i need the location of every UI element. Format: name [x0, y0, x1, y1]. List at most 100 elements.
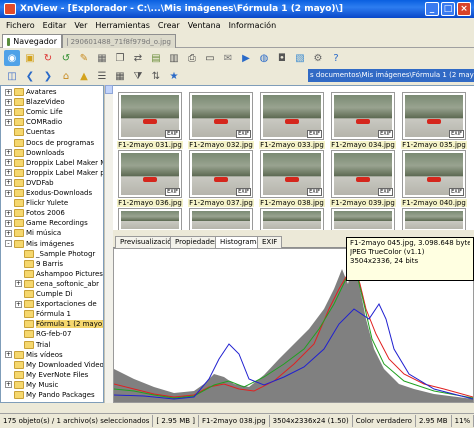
scroll-up-arrow[interactable]: [105, 85, 113, 94]
tree-scrollbar[interactable]: [104, 85, 113, 403]
tree-item[interactable]: Ashampoo Pictures: [15, 269, 103, 279]
rotate-icon[interactable]: ↺: [58, 50, 74, 66]
thumbnail-image[interactable]: EXIF: [331, 150, 395, 198]
back-icon[interactable]: ❮: [22, 68, 38, 84]
thumbnail-caption[interactable]: F1-2mayo 036.jpg: [117, 199, 183, 207]
thumbnail-caption[interactable]: F1-2mayo 037.jpg: [188, 199, 254, 207]
expand-toggle-icon[interactable]: +: [5, 88, 12, 96]
view-mode-icon[interactable]: ◫: [4, 68, 20, 84]
tree-item[interactable]: My Downloaded Video: [5, 360, 103, 370]
expand-toggle-icon[interactable]: +: [5, 219, 12, 227]
tree-item[interactable]: Cumple Di: [15, 289, 72, 299]
thumbnail-caption[interactable]: F1-2mayo 040.jpg: [401, 199, 467, 207]
path-bar[interactable]: s documentos\Mis imágenes\Fórmula 1 (2 m…: [308, 69, 474, 82]
tree-item[interactable]: + Downloads: [5, 148, 64, 158]
web-icon[interactable]: ◍: [256, 50, 272, 66]
list-view-icon[interactable]: ☰: [94, 68, 110, 84]
expand-toggle-icon[interactable]: +: [15, 300, 22, 308]
menu-herramientas[interactable]: Herramientas: [91, 21, 154, 30]
tree-item[interactable]: + Mis vídeos: [5, 350, 63, 360]
menu-crear[interactable]: Crear: [154, 21, 184, 30]
tree-item[interactable]: + Exportaciones de: [15, 299, 97, 309]
tree-item[interactable]: Flickr Yulete: [5, 198, 68, 208]
thumbnail-image[interactable]: EXIF: [402, 150, 466, 198]
tree-item[interactable]: Fórmula 1 (2 mayo): [15, 319, 103, 329]
expand-toggle-icon[interactable]: +: [5, 189, 12, 197]
thumbnail-image[interactable]: [402, 208, 466, 230]
thumbnail-caption[interactable]: F1-2mayo 035.jpg: [401, 141, 467, 149]
thumbnail-image[interactable]: [189, 208, 253, 230]
tree-item[interactable]: Trial: [15, 340, 50, 350]
thumbnail-caption[interactable]: F1-2mayo 033.jpg: [259, 141, 325, 149]
tab-navegador[interactable]: Navegador: [2, 34, 62, 48]
tree-item[interactable]: - Mis imágenes: [5, 239, 74, 249]
print-icon[interactable]: ⎙: [184, 50, 200, 66]
thumbnail-image[interactable]: EXIF: [331, 92, 395, 140]
convert-icon[interactable]: ▧: [292, 50, 308, 66]
expand-toggle-icon[interactable]: +: [5, 159, 12, 167]
tree-item[interactable]: Cuentas: [5, 127, 55, 137]
tab-image-file[interactable]: 290601488_71f8f979d_o.jpg: [62, 34, 176, 48]
thumbnail-caption[interactable]: F1-2mayo 038.jpg: [259, 199, 325, 207]
scan-icon[interactable]: ▭: [202, 50, 218, 66]
close-button[interactable]: ×: [457, 2, 471, 16]
mail-icon[interactable]: ✉: [220, 50, 236, 66]
tree-item[interactable]: + Game Recordings: [5, 218, 88, 228]
properties-icon[interactable]: ▦: [94, 50, 110, 66]
thumbnail-caption[interactable]: F1-2mayo 034.jpg: [330, 141, 396, 149]
expand-toggle-icon[interactable]: +: [15, 280, 22, 288]
tree-item[interactable]: + Avatares: [5, 87, 57, 97]
tree-item[interactable]: + Comic Life: [5, 107, 63, 117]
expand-toggle-icon[interactable]: +: [5, 229, 12, 237]
thumbnail-image[interactable]: EXIF: [118, 150, 182, 198]
filter-icon[interactable]: ⧩: [130, 68, 146, 84]
thumbnail-image[interactable]: [118, 208, 182, 230]
tree-item[interactable]: + COMRadio: [5, 117, 62, 127]
tree-item[interactable]: + Droppix Label Maker M: [5, 158, 103, 168]
maximize-button[interactable]: □: [441, 2, 455, 16]
tree-item[interactable]: + Mi música: [5, 228, 61, 238]
browse-icon[interactable]: ◉: [4, 50, 20, 66]
thumbnail-image[interactable]: [260, 208, 324, 230]
tree-item[interactable]: My EverNote Files: [5, 370, 88, 380]
sort-icon[interactable]: ⇅: [148, 68, 164, 84]
tree-item[interactable]: 9 Barris: [15, 259, 63, 269]
up-folder-icon[interactable]: ▲: [76, 68, 92, 84]
expand-toggle-icon[interactable]: +: [5, 351, 12, 359]
minimize-button[interactable]: _: [425, 2, 439, 16]
thumbnail-image[interactable]: EXIF: [189, 92, 253, 140]
menu-fichero[interactable]: Fichero: [2, 21, 39, 30]
expand-toggle-icon[interactable]: +: [5, 179, 12, 187]
tree-item[interactable]: + cena_softonic_abr: [15, 279, 99, 289]
expand-toggle-icon[interactable]: +: [5, 118, 12, 126]
menu-ventana[interactable]: Ventana: [184, 21, 225, 30]
thumbnail-view-icon[interactable]: ▦: [112, 68, 128, 84]
forward-icon[interactable]: ❯: [40, 68, 56, 84]
expand-toggle-icon[interactable]: +: [5, 149, 12, 157]
open-folder-icon[interactable]: ▣: [22, 50, 38, 66]
thumbnail-caption[interactable]: F1-2mayo 032.jpg: [188, 141, 254, 149]
tree-item[interactable]: My Pando Packages: [5, 390, 95, 400]
menu-ver[interactable]: Ver: [70, 21, 91, 30]
image-icon[interactable]: ▤: [148, 50, 164, 66]
tree-item[interactable]: Fórmula 1: [15, 309, 71, 319]
thumbnail-image[interactable]: EXIF: [260, 92, 324, 140]
tree-item[interactable]: Docs de programas: [5, 138, 94, 148]
thumbnail-image[interactable]: EXIF: [118, 92, 182, 140]
thumbnail-grid[interactable]: EXIF F1-2mayo 031.jpg EXIF F1-2mayo 032.jpg…: [113, 85, 474, 230]
thumbnail-image[interactable]: EXIF: [189, 150, 253, 198]
expand-toggle-icon[interactable]: +: [5, 209, 12, 217]
copy-icon[interactable]: ❐: [112, 50, 128, 66]
tree-item[interactable]: + DVDFab: [5, 178, 54, 188]
thumbnail-caption[interactable]: F1-2mayo 031.jpg: [117, 141, 183, 149]
settings-icon[interactable]: ⚙: [310, 50, 326, 66]
tree-item[interactable]: + Droppix Label Maker p: [5, 168, 103, 178]
help-icon[interactable]: ?: [328, 50, 344, 66]
folder-tree[interactable]: + Avatares + BlazeVideo + Comic Life + COMRadio…: [0, 85, 104, 403]
favorites-icon[interactable]: ★: [166, 68, 182, 84]
capture-icon[interactable]: ▥: [166, 50, 182, 66]
tree-item[interactable]: + Exodus-Downloads: [5, 188, 92, 198]
tree-item[interactable]: + BlazeVideo: [5, 97, 65, 107]
thumbnail-caption[interactable]: F1-2mayo 039.jpg: [330, 199, 396, 207]
expand-toggle-icon[interactable]: -: [5, 240, 12, 247]
